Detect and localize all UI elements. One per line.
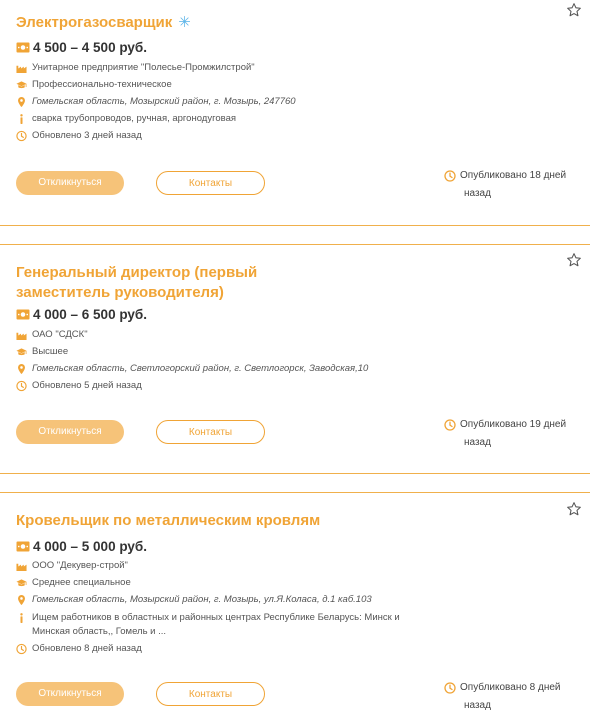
vacancy-title[interactable]: Генеральный директор (первый заместитель… xyxy=(16,263,336,303)
graduation-cap-icon xyxy=(16,346,27,358)
money-icon xyxy=(16,42,30,53)
clock-icon xyxy=(444,419,456,431)
sparkle-icon: ✳ xyxy=(178,14,191,31)
address-row: Гомельская область, Светлогорский район,… xyxy=(16,362,368,376)
education-row: Профессионально-техническое xyxy=(16,78,172,92)
updated-row: Обновлено 8 дней назад xyxy=(16,642,142,656)
factory-icon xyxy=(16,329,27,341)
apply-button[interactable]: Откликнуться xyxy=(16,420,124,444)
info-text: сварка трубопроводов, ручная, аргонодуго… xyxy=(32,113,236,124)
education-text: Высшее xyxy=(32,346,69,357)
clock-icon xyxy=(444,682,456,694)
address-text: Гомельская область, Мозырский район, г. … xyxy=(32,96,296,107)
info-row: Ищем работников в областных и районных ц… xyxy=(16,611,416,639)
info-row: сварка трубопроводов, ручная, аргонодуго… xyxy=(16,112,236,126)
updated-row: Обновлено 3 дней назад xyxy=(16,129,142,143)
address-text: Гомельская область, Светлогорский район,… xyxy=(32,363,369,374)
education-text: Профессионально-техническое xyxy=(32,79,172,90)
info-text: Ищем работников в областных и районных ц… xyxy=(32,612,400,637)
graduation-cap-icon xyxy=(16,79,27,91)
education-row: Среднее специальное xyxy=(16,576,131,590)
apply-button[interactable]: Откликнуться xyxy=(16,682,124,706)
updated-text: Обновлено 3 дней назад xyxy=(32,130,142,141)
updated-text: Обновлено 5 дней назад xyxy=(32,380,142,391)
location-pin-icon xyxy=(16,96,27,108)
published-text-line1: Опубликовано 19 дней xyxy=(460,419,567,430)
salary: 4 000 – 5 000 руб. xyxy=(16,539,147,554)
company-row: Унитарное предприятие "Полесье-Промжилст… xyxy=(16,61,255,75)
clock-icon xyxy=(16,380,27,392)
education-text: Среднее специальное xyxy=(32,577,131,588)
published-text-line2: назад xyxy=(464,188,491,199)
contacts-button[interactable]: Контакты xyxy=(156,682,265,706)
company-name: ООО "Декувер-строй" xyxy=(32,560,128,571)
published-text-line1: Опубликовано 8 дней xyxy=(460,682,561,693)
vacancy-title[interactable]: Электрогазосварщик ✳ xyxy=(16,13,376,33)
clock-icon xyxy=(16,130,27,142)
vacancy-title[interactable]: Кровельщик по металлическим кровлям xyxy=(16,511,416,531)
company-name: ОАО "СДСК" xyxy=(32,329,88,340)
published-info: Опубликовано 19 дней назад xyxy=(444,416,584,452)
money-icon xyxy=(16,541,30,552)
updated-text: Обновлено 8 дней назад xyxy=(32,643,142,654)
company-name: Унитарное предприятие "Полесье-Промжилст… xyxy=(32,62,255,73)
apply-button[interactable]: Откликнуться xyxy=(16,171,124,195)
vacancy-card: Электрогазосварщик ✳ 4 500 – 4 500 руб. У… xyxy=(0,0,590,225)
updated-row: Обновлено 5 дней назад xyxy=(16,379,142,393)
published-info: Опубликовано 18 дней назад xyxy=(444,167,584,203)
graduation-cap-icon xyxy=(16,577,27,589)
published-text-line2: назад xyxy=(464,700,491,711)
education-row: Высшее xyxy=(16,345,68,359)
salary-text: 4 000 – 5 000 руб. xyxy=(33,539,147,554)
contacts-button[interactable]: Контакты xyxy=(156,171,265,195)
location-pin-icon xyxy=(16,594,27,606)
location-pin-icon xyxy=(16,363,27,375)
clock-icon xyxy=(444,170,456,182)
star-icon[interactable] xyxy=(566,2,582,18)
info-icon xyxy=(16,612,27,624)
published-text-line2: назад xyxy=(464,437,491,448)
clock-icon xyxy=(16,643,27,655)
address-row: Гомельская область, Мозырский район, г. … xyxy=(16,95,296,109)
vacancy-title-text[interactable]: Электрогазосварщик xyxy=(16,14,172,31)
info-icon xyxy=(16,113,27,125)
divider xyxy=(0,473,590,474)
divider xyxy=(0,225,590,226)
address-row: Гомельская область, Мозырский район, г. … xyxy=(16,593,372,607)
salary: 4 500 – 4 500 руб. xyxy=(16,40,147,55)
published-text-line1: Опубликовано 18 дней xyxy=(460,170,567,181)
company-row: ООО "Декувер-строй" xyxy=(16,559,128,573)
salary-text: 4 000 – 6 500 руб. xyxy=(33,307,147,322)
contacts-button[interactable]: Контакты xyxy=(156,420,265,444)
salary: 4 000 – 6 500 руб. xyxy=(16,307,147,322)
money-icon xyxy=(16,309,30,320)
factory-icon xyxy=(16,62,27,74)
vacancy-card: Кровельщик по металлическим кровлям 4 00… xyxy=(0,493,590,711)
company-row: ОАО "СДСК" xyxy=(16,328,88,342)
star-icon[interactable] xyxy=(566,252,582,268)
factory-icon xyxy=(16,560,27,572)
star-icon[interactable] xyxy=(566,501,582,517)
vacancy-card: Генеральный директор (первый заместитель… xyxy=(0,245,590,473)
address-text: Гомельская область, Мозырский район, г. … xyxy=(32,594,372,605)
salary-text: 4 500 – 4 500 руб. xyxy=(33,40,147,55)
published-info: Опубликовано 8 дней назад xyxy=(444,679,584,715)
